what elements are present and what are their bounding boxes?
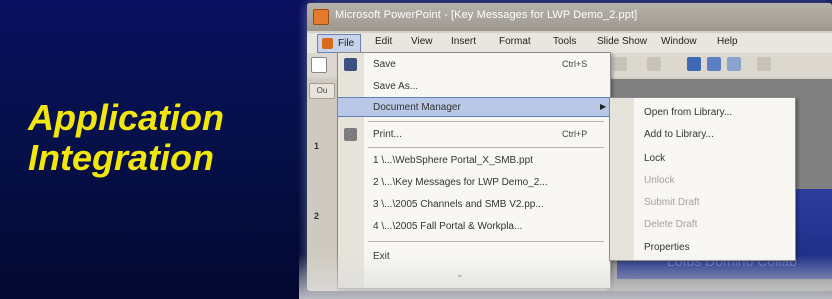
menu-format[interactable]: Format bbox=[499, 36, 531, 47]
lock-label: Lock bbox=[644, 153, 666, 164]
expand-menu-chevron-icon[interactable]: ⌄ bbox=[456, 269, 464, 280]
menu-bar: File Edit View Insert Format Tools Slide… bbox=[307, 33, 832, 53]
open-from-library-label: Open from Library... bbox=[644, 107, 733, 118]
powerpoint-logo-icon bbox=[313, 9, 329, 25]
properties-label: Properties bbox=[644, 242, 690, 253]
slide-number-2[interactable]: 2 bbox=[314, 211, 319, 221]
save-icon bbox=[344, 58, 357, 71]
menu-separator bbox=[368, 147, 604, 148]
menu-separator bbox=[368, 121, 604, 122]
undo-icon[interactable] bbox=[613, 57, 627, 71]
menu-slide-show[interactable]: Slide Show bbox=[597, 36, 647, 47]
file-menu-icon bbox=[322, 38, 333, 49]
document-manager-label: Document Manager bbox=[373, 102, 461, 113]
slide-number-1[interactable]: 1 bbox=[314, 141, 319, 151]
recent-file-1[interactable]: 1 \...\WebSphere Portal_X_SMB.ppt bbox=[338, 151, 610, 171]
unlock-label: Unlock bbox=[644, 175, 675, 186]
powerpoint-window: Microsoft PowerPoint - [Key Messages for… bbox=[307, 3, 832, 291]
window-title: Microsoft PowerPoint - [Key Messages for… bbox=[335, 9, 638, 21]
menu-help[interactable]: Help bbox=[717, 36, 738, 47]
powerpoint-screenshot: Microsoft PowerPoint - [Key Messages for… bbox=[299, 0, 832, 299]
chart-icon[interactable] bbox=[687, 57, 701, 71]
file-menu-save[interactable]: Save Ctrl+S bbox=[338, 55, 610, 75]
new-document-icon[interactable] bbox=[311, 57, 327, 73]
zoom-icon[interactable] bbox=[757, 57, 771, 71]
submenu-arrow-icon: ▶ bbox=[600, 102, 607, 111]
menu-window[interactable]: Window bbox=[661, 36, 697, 47]
menu-view[interactable]: View bbox=[411, 36, 433, 47]
menu-tools[interactable]: Tools bbox=[553, 36, 576, 47]
print-label: Print... bbox=[373, 129, 402, 140]
table-icon[interactable] bbox=[707, 57, 721, 71]
submenu-properties[interactable]: Properties bbox=[610, 239, 795, 257]
slides-outline-panel: Ou 1 2 bbox=[307, 79, 338, 289]
title-bar: Microsoft PowerPoint - [Key Messages for… bbox=[307, 3, 832, 31]
print-icon bbox=[344, 128, 357, 141]
file-menu-dropdown: Save Ctrl+S Save As... Document Manager … bbox=[337, 52, 611, 289]
recent-file-4[interactable]: 4 \...\2005 Fall Portal & Workpla... bbox=[338, 217, 610, 237]
recent-file-2-label: 2 \...\Key Messages for LWP Demo_2... bbox=[373, 177, 548, 188]
menu-separator bbox=[368, 241, 604, 242]
submenu-unlock: Unlock bbox=[610, 172, 795, 190]
recent-file-4-label: 4 \...\2005 Fall Portal & Workpla... bbox=[373, 221, 523, 232]
formatting-toolbar: A bbox=[607, 53, 832, 93]
outline-tab[interactable]: Ou bbox=[309, 83, 335, 99]
file-menu-print[interactable]: Print... Ctrl+P bbox=[338, 125, 610, 145]
menu-insert[interactable]: Insert bbox=[451, 36, 476, 47]
save-label: Save bbox=[373, 59, 396, 70]
menu-file-label: File bbox=[338, 38, 355, 49]
slide-title: Application Integration bbox=[28, 98, 288, 178]
recent-file-2[interactable]: 2 \...\Key Messages for LWP Demo_2... bbox=[338, 173, 610, 193]
recent-file-3-label: 3 \...\2005 Channels and SMB V2.pp... bbox=[373, 199, 544, 210]
submenu-open-from-library[interactable]: Open from Library... bbox=[610, 104, 795, 122]
file-menu-save-as[interactable]: Save As... bbox=[338, 77, 610, 97]
exit-label: Exit bbox=[373, 251, 390, 262]
columns-icon[interactable] bbox=[727, 57, 741, 71]
menu-edit[interactable]: Edit bbox=[375, 36, 392, 47]
slide-title-line-1: Application bbox=[28, 97, 224, 138]
submenu-submit-draft: Submit Draft bbox=[610, 194, 795, 212]
submenu-lock[interactable]: Lock bbox=[610, 150, 795, 168]
save-as-label: Save As... bbox=[373, 81, 419, 92]
redo-icon[interactable] bbox=[647, 57, 661, 71]
add-to-library-label: Add to Library... bbox=[644, 129, 714, 140]
document-manager-submenu: Open from Library... Add to Library... L… bbox=[609, 97, 796, 261]
recent-file-1-label: 1 \...\WebSphere Portal_X_SMB.ppt bbox=[373, 155, 533, 166]
file-menu-document-manager[interactable]: Document Manager ▶ bbox=[338, 97, 610, 117]
submenu-add-to-library[interactable]: Add to Library... bbox=[610, 126, 795, 144]
recent-file-3[interactable]: 3 \...\2005 Channels and SMB V2.pp... bbox=[338, 195, 610, 215]
submenu-delete-draft: Delete Draft bbox=[610, 216, 795, 234]
submit-draft-label: Submit Draft bbox=[644, 197, 700, 208]
save-shortcut: Ctrl+S bbox=[562, 59, 588, 69]
print-shortcut: Ctrl+P bbox=[562, 129, 588, 139]
slide-title-line-2: Integration bbox=[28, 137, 214, 178]
delete-draft-label: Delete Draft bbox=[644, 219, 698, 230]
menu-file[interactable]: File bbox=[317, 34, 362, 53]
file-menu-exit[interactable]: Exit bbox=[338, 247, 610, 267]
